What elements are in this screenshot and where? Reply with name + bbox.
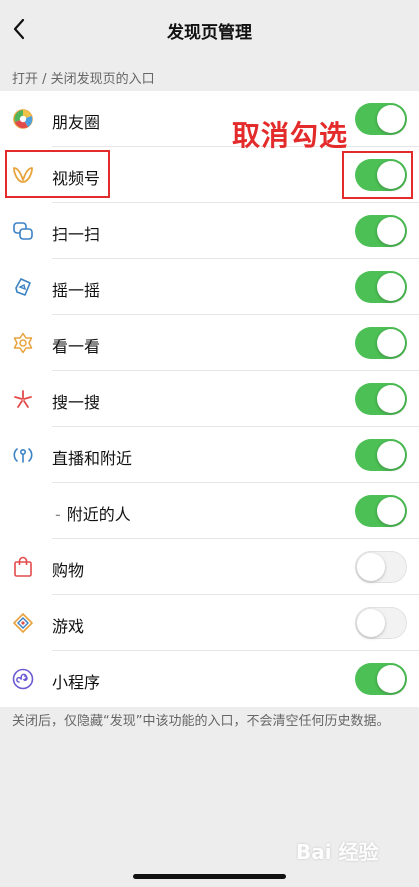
toggle-search[interactable] (355, 383, 407, 415)
item-label: 看一看 (52, 337, 101, 356)
page-title: 发现页管理 (167, 23, 252, 43)
list-item-moments: 朋友圈 (0, 91, 419, 147)
toggle-knob (377, 105, 405, 133)
list-item-live-nearby: 直播和附近 (0, 427, 419, 483)
watermark: Bai 经验 (296, 840, 379, 864)
shopping-icon (12, 556, 34, 578)
annotation-box-toggle (342, 151, 413, 199)
item-label: 扫一扫 (52, 225, 101, 244)
toggle-knob (377, 441, 405, 469)
navigation-bar: 发现页管理 (0, 0, 419, 60)
section-label: 打开 / 关闭发现页的入口 (12, 72, 155, 87)
item-label: 摇一摇 (52, 281, 101, 300)
item-label: 朋友圈 (52, 113, 101, 132)
item-label: 搜一搜 (52, 393, 101, 412)
top-stories-icon (12, 332, 34, 354)
list-item-games: 游戏 (0, 595, 419, 651)
list-item-shopping: 购物 (0, 539, 419, 595)
toggle-knob (357, 609, 385, 637)
list-item-mini-programs: 小程序 (0, 651, 419, 707)
toggle-shake[interactable] (355, 271, 407, 303)
toggle-knob (377, 497, 405, 525)
toggle-knob (357, 553, 385, 581)
item-label: 直播和附近 (52, 449, 133, 468)
scan-icon (12, 220, 34, 242)
moments-icon (12, 108, 34, 130)
toggle-knob (377, 273, 405, 301)
list-item-people-nearby: - 附近的人 (0, 483, 419, 539)
sub-dash: - (55, 505, 61, 524)
shake-icon (12, 276, 34, 298)
list-item-top-stories: 看一看 (0, 315, 419, 371)
toggle-knob (377, 665, 405, 693)
toggle-moments[interactable] (355, 103, 407, 135)
footer-note: 关闭后，仅隐藏“发现”中该功能的入口，不会清空任何历史数据。 (12, 714, 390, 729)
mini-programs-icon (12, 668, 34, 690)
toggle-games[interactable] (355, 607, 407, 639)
list-item-search: 搜一搜 (0, 371, 419, 427)
search-icon (12, 388, 34, 410)
toggle-live-nearby[interactable] (355, 439, 407, 471)
item-label-sub: - 附近的人 (55, 501, 131, 525)
item-label: 附近的人 (66, 505, 131, 524)
item-label: 小程序 (52, 673, 101, 692)
toggle-shopping[interactable] (355, 551, 407, 583)
toggle-knob (377, 385, 405, 413)
item-label: 游戏 (52, 617, 85, 636)
toggle-knob (377, 329, 405, 357)
toggle-top-stories[interactable] (355, 327, 407, 359)
toggle-people-nearby[interactable] (355, 495, 407, 527)
home-indicator (133, 874, 286, 879)
item-label: 购物 (52, 561, 85, 580)
list-item-scan: 扫一扫 (0, 203, 419, 259)
toggle-scan[interactable] (355, 215, 407, 247)
toggle-mini-programs[interactable] (355, 663, 407, 695)
games-icon (12, 612, 34, 634)
list-item-shake: 摇一摇 (0, 259, 419, 315)
live-nearby-icon (12, 444, 34, 466)
toggle-knob (377, 217, 405, 245)
annotation-text: 取消勾选 (232, 119, 349, 152)
annotation-box-label (5, 150, 110, 198)
